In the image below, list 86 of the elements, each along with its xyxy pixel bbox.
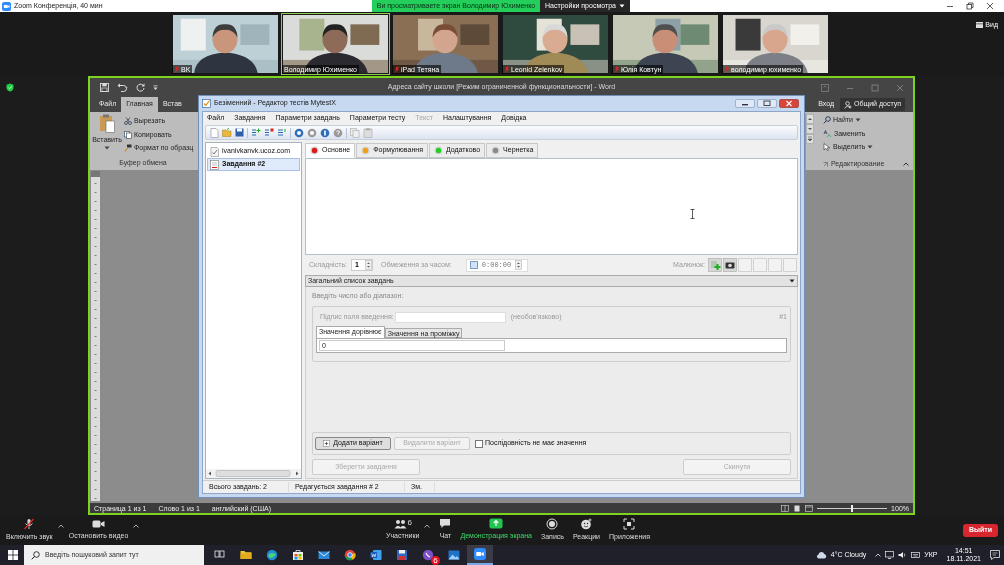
search-icon: [31, 550, 40, 560]
spin-buttons-icon[interactable]: [365, 260, 372, 270]
folder-icon: [240, 549, 252, 561]
mail-icon: [318, 549, 330, 561]
wave-icon: [266, 549, 278, 561]
plus-icon: [323, 440, 331, 447]
maximize-icon[interactable]: [757, 99, 777, 108]
restore-icon[interactable]: [966, 2, 974, 10]
grid-icon: [976, 22, 984, 29]
people-icon: [393, 518, 407, 529]
scissors-icon: [124, 117, 132, 126]
caret-icon[interactable]: [424, 523, 431, 528]
close-icon[interactable]: [986, 2, 994, 10]
list-icon[interactable]: [277, 128, 287, 137]
windows-logo-icon[interactable]: [8, 550, 18, 560]
caret-icon: [867, 145, 874, 150]
circle-button-icon[interactable]: [333, 127, 343, 138]
cloud-icon: [815, 551, 827, 559]
search-icon: [823, 116, 831, 125]
muted-mic-icon: [23, 517, 36, 530]
caret-icon: [855, 118, 861, 123]
video-camera-icon: [474, 548, 486, 560]
color-wheel-icon: [344, 549, 356, 561]
chat-icon: [422, 549, 434, 561]
brush-icon: [124, 144, 132, 153]
text-cursor-icon: [690, 209, 695, 219]
camera-icon[interactable]: [723, 258, 737, 272]
share-screen-icon: [489, 518, 504, 530]
caret-icon: [789, 279, 795, 283]
caption-input-field[interactable]: [394, 311, 506, 323]
pointer-icon: [823, 143, 831, 152]
checkbox[interactable]: [469, 261, 478, 269]
copy-icon: [124, 130, 132, 139]
scroll-up-icon[interactable]: [806, 114, 814, 124]
clipboard-icon: [99, 114, 115, 133]
taskbar-button[interactable]: 6: [415, 545, 441, 565]
add-list-icon[interactable]: [251, 128, 261, 137]
web-layout-icon[interactable]: [805, 504, 814, 512]
scroll-down-icon[interactable]: [806, 124, 814, 134]
collapse-icon[interactable]: [903, 162, 909, 166]
more-icon[interactable]: [806, 134, 814, 144]
spin-buttons-icon[interactable]: [515, 260, 523, 270]
save-icon[interactable]: [235, 128, 244, 137]
horizontal-scrollbar[interactable]: [206, 469, 301, 478]
task-icon: [210, 159, 219, 170]
keyboard-icon[interactable]: [911, 551, 921, 559]
print-layout-icon[interactable]: [793, 504, 802, 512]
status-dot-icon: [433, 146, 443, 155]
video-camera-icon: [92, 518, 105, 529]
checklist-icon: [202, 99, 211, 108]
circle-button-icon[interactable]: [320, 127, 330, 138]
circle-button-icon[interactable]: [307, 127, 317, 138]
redo-icon[interactable]: [136, 83, 145, 92]
document-icon: [370, 549, 382, 561]
read-mode-icon[interactable]: [781, 504, 790, 512]
checklist-icon: [210, 146, 219, 157]
caret-icon[interactable]: [133, 523, 140, 528]
shield-icon: [6, 83, 14, 92]
caret-icon[interactable]: [57, 523, 64, 528]
chat-bubble-icon: [439, 518, 452, 530]
task-view-icon: [214, 549, 226, 561]
caret-icon: [618, 4, 625, 8]
circle-button-icon[interactable]: [294, 127, 304, 138]
close-icon[interactable]: [779, 99, 799, 108]
status-dot-icon: [491, 146, 501, 155]
status-dot-icon: [310, 146, 319, 155]
speaker-icon[interactable]: [898, 551, 908, 559]
taskbar-button[interactable]: [467, 545, 493, 565]
shopping-bag-icon: [292, 549, 304, 561]
record-icon: [546, 517, 559, 530]
person-icon: [843, 100, 852, 109]
undo-icon[interactable]: [117, 83, 128, 92]
participant-count: 6: [407, 518, 412, 527]
save-icon[interactable]: [100, 83, 109, 92]
minimize-icon[interactable]: [735, 99, 755, 108]
apps-icon: [623, 517, 636, 530]
network-icon[interactable]: [885, 551, 895, 559]
zoom-slider[interactable]: [817, 504, 888, 512]
notification-badge: 6: [431, 556, 440, 565]
remove-list-icon[interactable]: [264, 128, 274, 137]
save-icon: [396, 549, 408, 561]
replace-icon: [823, 129, 832, 138]
status-dot-icon: [361, 146, 371, 155]
notification-icon[interactable]: [990, 550, 1000, 560]
image-icon: [448, 549, 460, 561]
caret-icon: [104, 145, 110, 150]
